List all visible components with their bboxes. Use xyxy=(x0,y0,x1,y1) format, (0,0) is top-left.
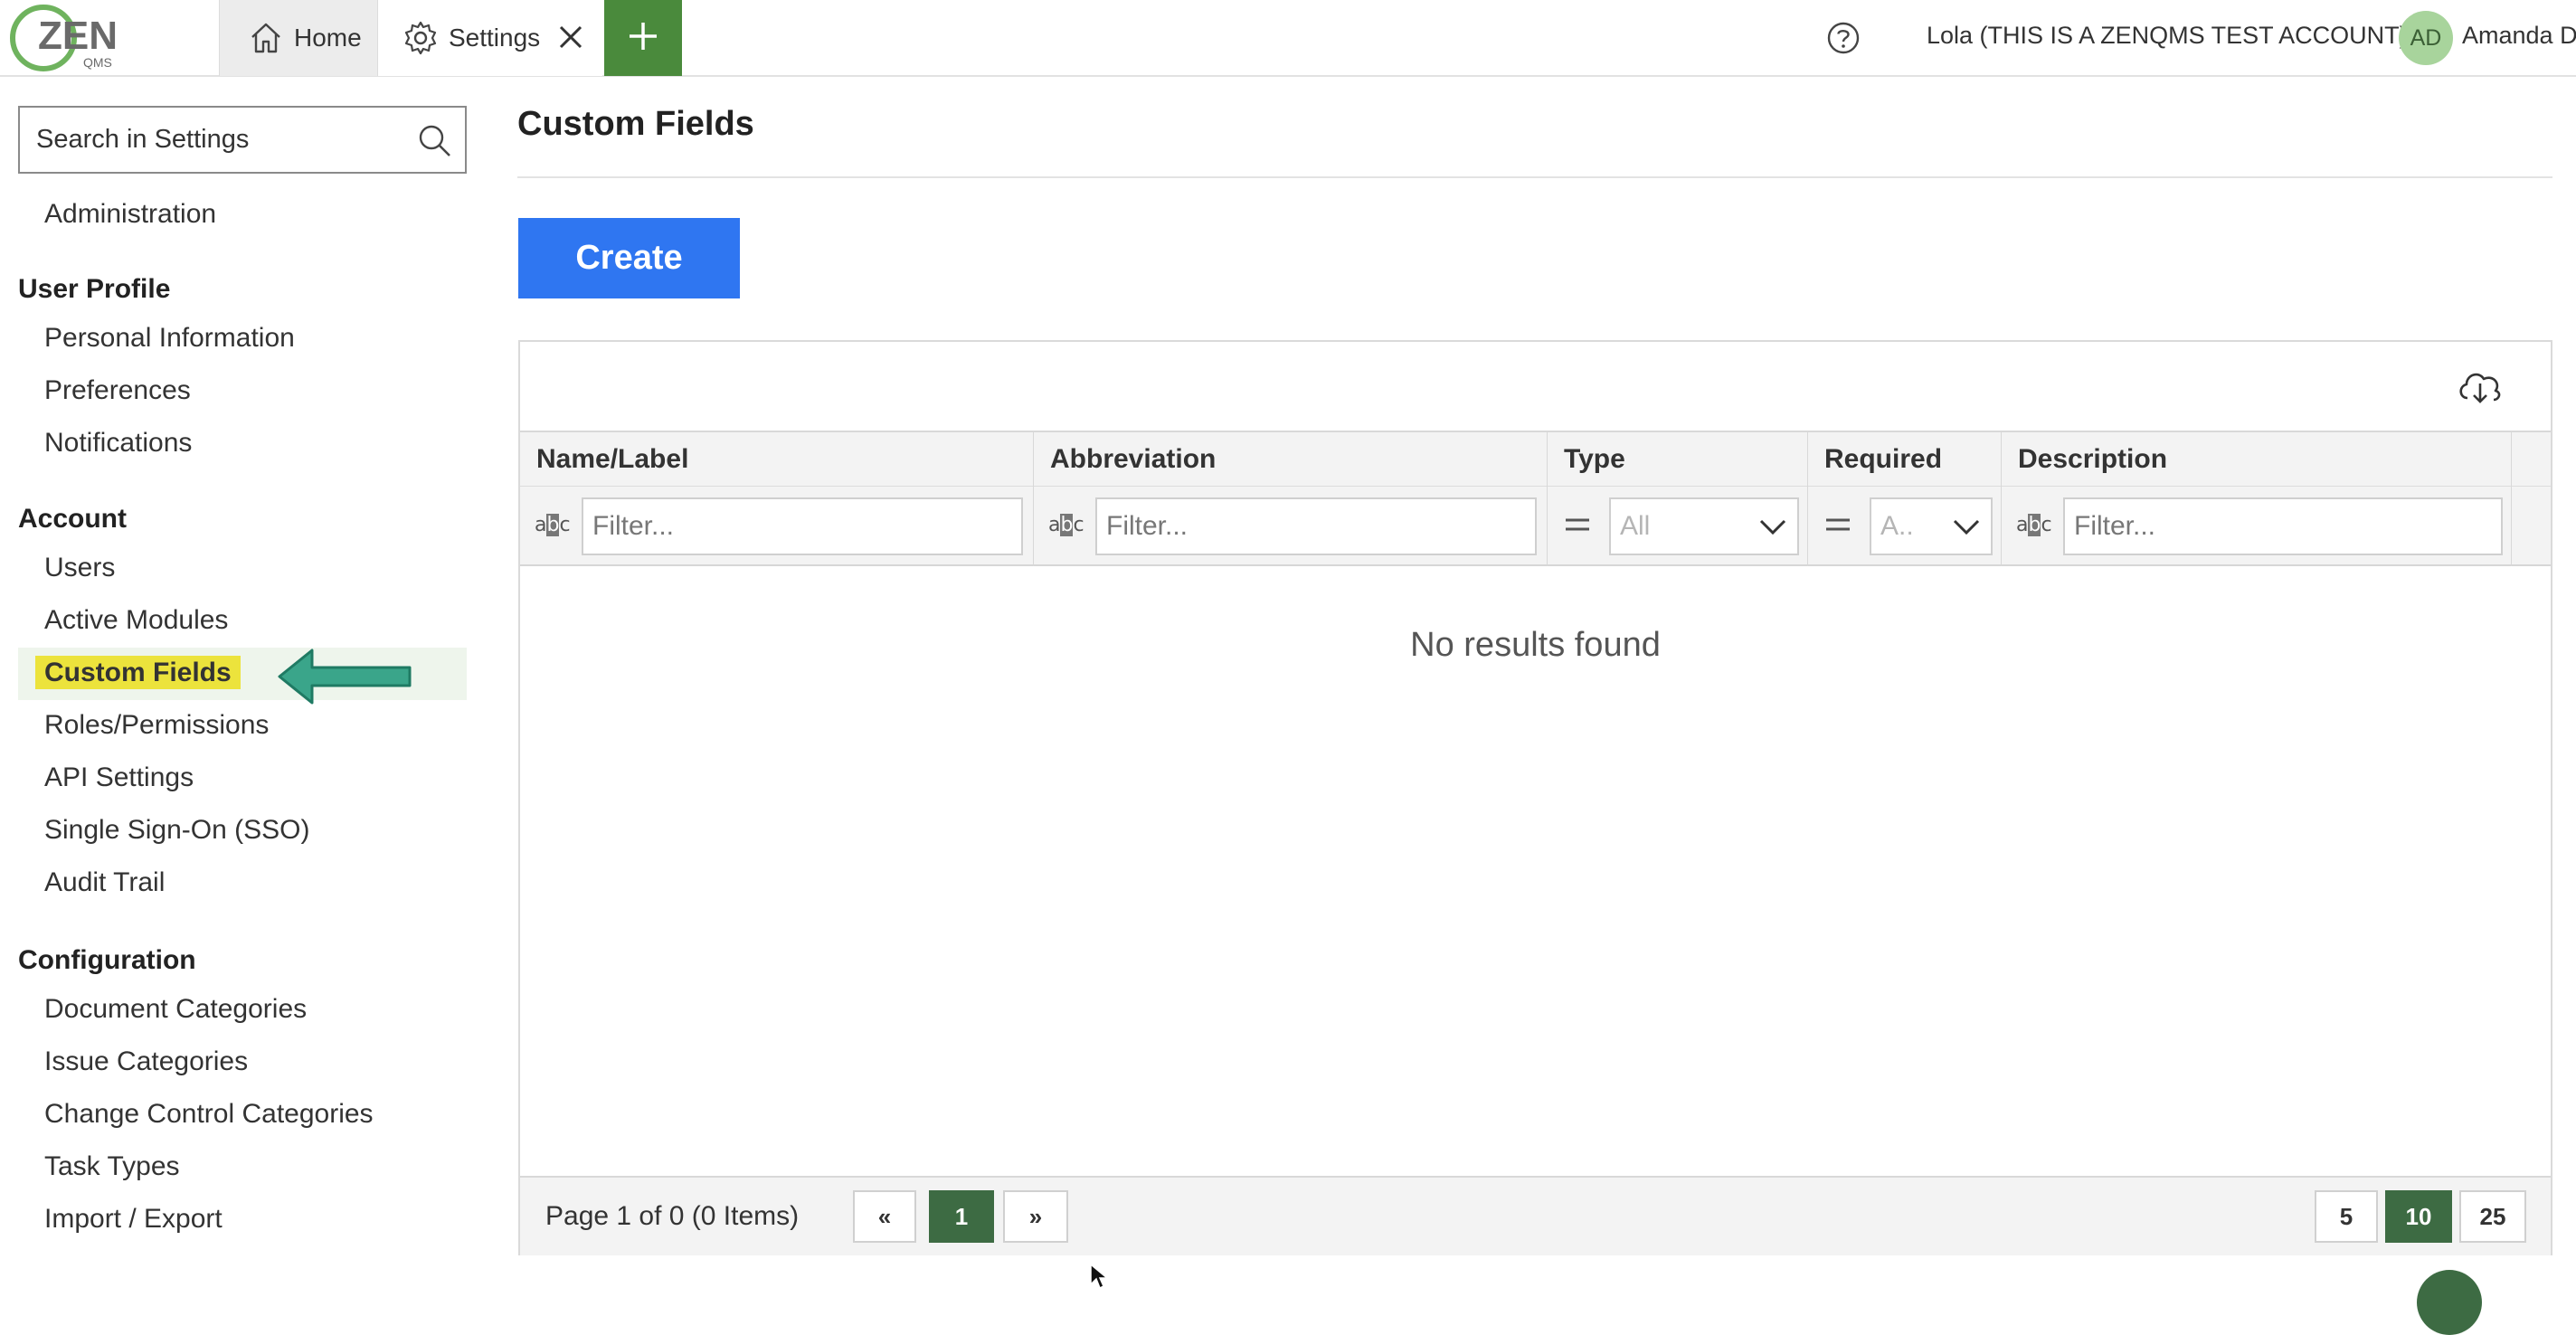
grid-toolbar xyxy=(520,342,2551,432)
page-size-5-button[interactable]: 5 xyxy=(2315,1190,2378,1243)
tab-settings[interactable]: Settings xyxy=(378,0,602,76)
filter-select-required-value: A.. xyxy=(1880,511,1914,541)
help-icon[interactable] xyxy=(1823,18,1863,58)
plus-icon xyxy=(627,20,659,57)
filter-cell-name-label: abc xyxy=(520,487,1034,566)
pager-next-button[interactable]: » xyxy=(1003,1190,1068,1243)
sidebar-item-personal-information[interactable]: Personal Information xyxy=(44,323,295,354)
sidebar-item-api-settings[interactable]: API Settings xyxy=(44,762,194,793)
avatar[interactable]: AD xyxy=(2399,11,2453,65)
filter-select-required[interactable]: A.. xyxy=(1870,497,1993,555)
cloud-download-icon[interactable] xyxy=(2455,364,2505,409)
chevron-down-icon xyxy=(1759,519,1786,535)
sidebar-item-users[interactable]: Users xyxy=(44,553,115,583)
sidebar-section-configuration: Configuration xyxy=(18,945,196,975)
abc-icon[interactable]: abc xyxy=(535,514,571,536)
sidebar-item-roles-permissions[interactable]: Roles/Permissions xyxy=(44,710,269,741)
sidebar-item-task-types[interactable]: Task Types xyxy=(44,1151,180,1182)
search-input[interactable] xyxy=(20,108,400,172)
column-header-description[interactable]: Description xyxy=(2002,432,2512,487)
settings-search xyxy=(18,106,467,174)
pointer-arrow-icon xyxy=(278,649,412,705)
title-divider xyxy=(517,176,2552,178)
filter-cell-type: All xyxy=(1548,487,1808,566)
zenqms-logo[interactable]: ZEN QMS xyxy=(9,0,217,76)
pager-page-button[interactable]: 1 xyxy=(929,1190,994,1243)
filter-input-abbreviation[interactable] xyxy=(1095,497,1537,555)
mouse-cursor-icon xyxy=(1090,1263,1109,1290)
sidebar-item-notifications[interactable]: Notifications xyxy=(44,428,192,459)
filter-select-type-value: All xyxy=(1620,511,1651,541)
tab-home-label: Home xyxy=(294,24,362,52)
filter-input-name-label[interactable] xyxy=(582,497,1023,555)
column-header-name-label[interactable]: Name/Label xyxy=(520,432,1034,487)
pager-info: Page 1 of 0 (0 Items) xyxy=(545,1201,800,1231)
sidebar-item-administration[interactable]: Administration xyxy=(44,199,216,230)
filter-cell-abbreviation: abc xyxy=(1034,487,1548,566)
grid-header-row: Name/Label Abbreviation Type Required De… xyxy=(520,432,2551,487)
filter-cell-description: abc xyxy=(2002,487,2512,566)
sidebar-item-sso[interactable]: Single Sign-On (SSO) xyxy=(44,815,309,846)
tab-settings-label: Settings xyxy=(449,24,541,52)
sidebar-item-document-categories[interactable]: Document Categories xyxy=(44,994,307,1025)
sidebar-item-active-modules[interactable]: Active Modules xyxy=(44,605,228,636)
tab-home[interactable]: Home xyxy=(219,0,378,76)
filter-input-description[interactable] xyxy=(2063,497,2503,555)
grid-pager: Page 1 of 0 (0 Items) « 1 » 5 10 25 xyxy=(520,1176,2551,1255)
close-icon[interactable] xyxy=(552,18,590,56)
sidebar-item-custom-fields-label: Custom Fields xyxy=(35,656,241,689)
top-bar: ZEN QMS Home Settings Lola (THIS IS A ZE… xyxy=(0,0,2576,77)
equals-icon[interactable] xyxy=(1564,514,1591,535)
home-icon xyxy=(247,19,285,57)
sidebar-section-user-profile: User Profile xyxy=(18,274,171,304)
sidebar-item-custom-fields[interactable]: Custom Fields xyxy=(35,656,241,689)
sidebar-item-import-export[interactable]: Import / Export xyxy=(44,1204,223,1235)
sidebar-item-audit-trail[interactable]: Audit Trail xyxy=(44,867,165,898)
sidebar-section-account: Account xyxy=(18,504,127,534)
abc-icon[interactable]: abc xyxy=(2016,514,2052,536)
svg-text:ZEN: ZEN xyxy=(38,14,118,58)
chevron-down-icon xyxy=(1953,519,1980,535)
floating-action-button[interactable] xyxy=(2417,1270,2482,1335)
pager-prev-button[interactable]: « xyxy=(853,1190,916,1243)
page-size-25-button[interactable]: 25 xyxy=(2459,1190,2526,1243)
column-header-abbreviation[interactable]: Abbreviation xyxy=(1034,432,1548,487)
create-button[interactable]: Create xyxy=(518,218,740,298)
equals-icon[interactable] xyxy=(1824,514,1852,535)
page-title: Custom Fields xyxy=(517,105,754,143)
custom-fields-grid: Name/Label Abbreviation Type Required De… xyxy=(518,340,2552,1255)
add-tab-button[interactable] xyxy=(604,0,682,76)
sidebar-item-change-control-categories[interactable]: Change Control Categories xyxy=(44,1099,374,1130)
user-name[interactable]: Amanda D xyxy=(2462,22,2576,50)
filter-cell-required: A.. xyxy=(1808,487,2002,566)
svg-text:QMS: QMS xyxy=(83,55,112,70)
account-name[interactable]: Lola (THIS IS A ZENQMS TEST ACCOUNT) xyxy=(1927,22,2408,50)
search-icon[interactable] xyxy=(416,122,452,158)
empty-message: No results found xyxy=(1410,626,1661,664)
sidebar-item-preferences[interactable]: Preferences xyxy=(44,375,191,406)
page-size-10-button[interactable]: 10 xyxy=(2385,1190,2452,1243)
filter-select-type[interactable]: All xyxy=(1609,497,1799,555)
column-header-required[interactable]: Required xyxy=(1808,432,2002,487)
sidebar-item-issue-categories[interactable]: Issue Categories xyxy=(44,1046,248,1077)
abc-icon[interactable]: abc xyxy=(1048,514,1084,536)
grid-filter-row: abc abc All A.. abc xyxy=(520,487,2551,566)
gear-icon xyxy=(402,19,440,57)
column-header-type[interactable]: Type xyxy=(1548,432,1808,487)
